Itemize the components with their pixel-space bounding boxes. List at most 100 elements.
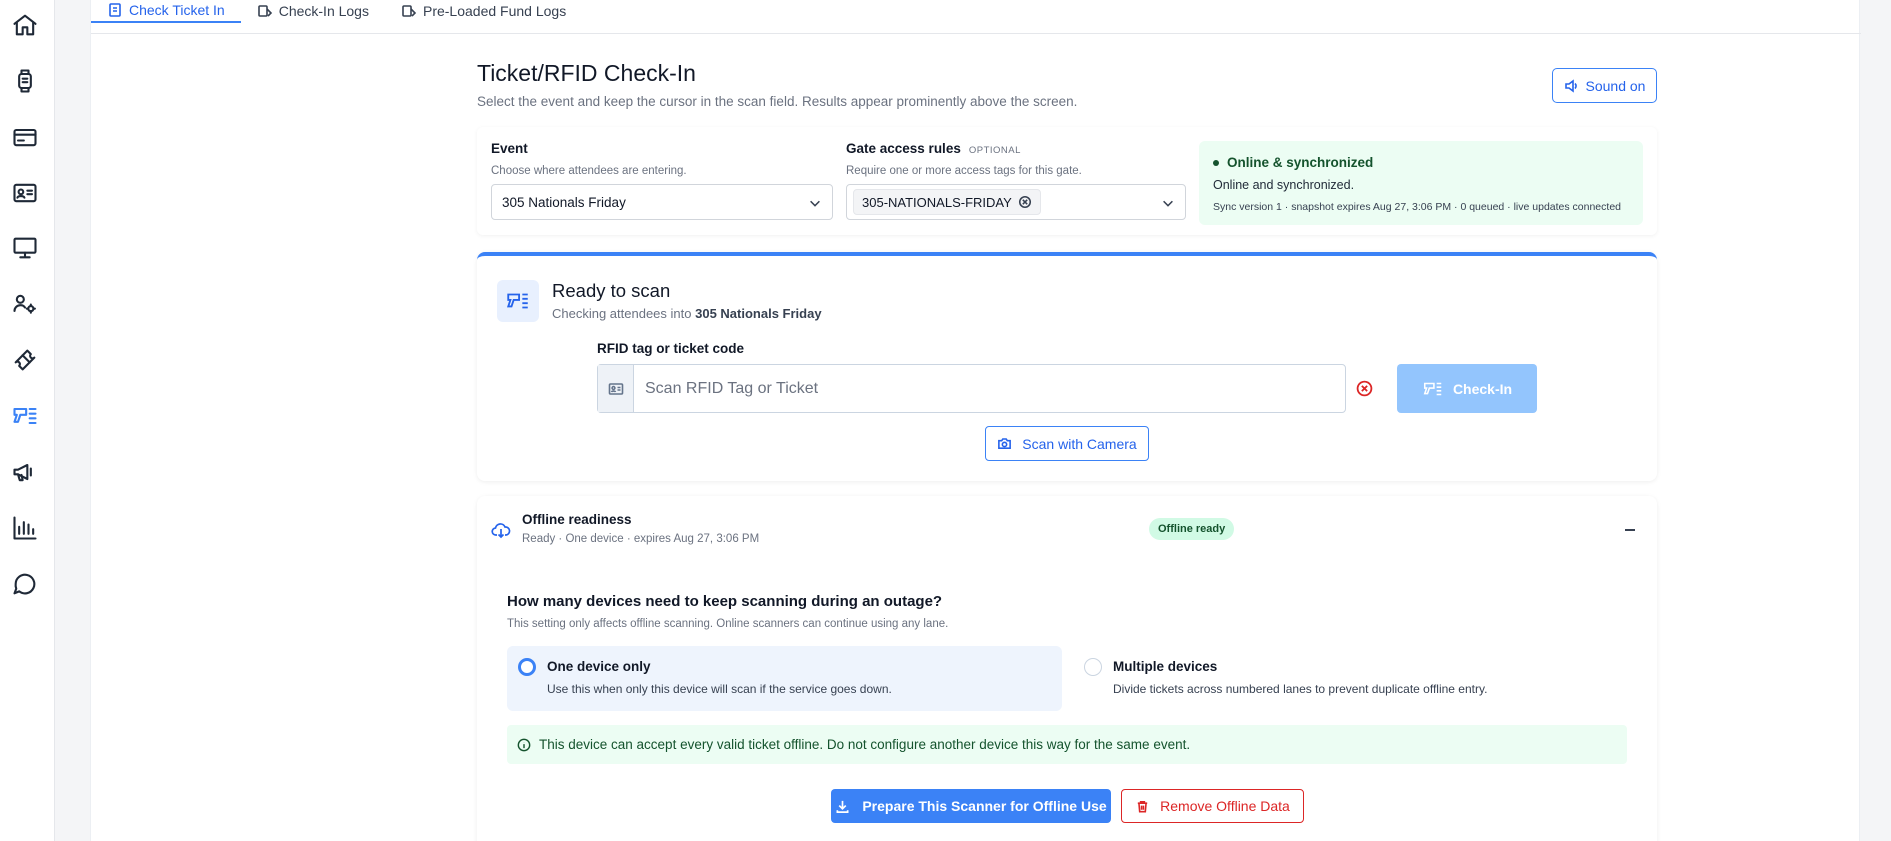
trash-icon — [1137, 800, 1148, 812]
sync-status-label: Online & synchronized — [1227, 155, 1374, 170]
event-select[interactable]: 305 Nationals Friday — [491, 184, 833, 220]
sidebar-item-marketing[interactable] — [9, 456, 41, 488]
chevron-down-icon — [810, 200, 820, 207]
prepare-offline-button[interactable]: Prepare This Scanner for Offline Use — [831, 789, 1111, 823]
sidebar-item-check-in[interactable] — [9, 400, 41, 432]
scanner-icon — [13, 407, 37, 425]
scan-card: Ready to scan Checking attendees into 30… — [477, 252, 1657, 481]
tab-bar: Check Ticket In Check-In Logs Pre-Loaded… — [91, 0, 1861, 34]
sidebar — [0, 0, 55, 841]
option-title: Multiple devices — [1113, 659, 1218, 674]
cloud-download-icon — [491, 523, 511, 539]
ticket-icon — [14, 349, 36, 371]
log-icon — [257, 5, 272, 17]
sync-status-details: Sync version 1 · snapshot expires Aug 27… — [1213, 201, 1621, 213]
rfid-input-group — [597, 364, 1346, 413]
sidebar-item-attendees[interactable] — [9, 177, 41, 209]
ticket-scan-icon — [109, 3, 121, 17]
remove-offline-data-button[interactable]: Remove Offline Data — [1121, 789, 1304, 823]
log-icon — [402, 5, 417, 17]
download-icon — [836, 800, 849, 813]
sidebar-item-home[interactable] — [9, 9, 41, 41]
option-multiple-devices[interactable]: Multiple devices Divide tickets across n… — [1073, 646, 1628, 711]
devices-question: How many devices need to keep scanning d… — [507, 593, 943, 610]
home-icon — [13, 14, 37, 36]
page-title: Ticket/RFID Check-In — [477, 60, 696, 86]
bar-chart-icon — [13, 516, 37, 540]
devices-question-help: This setting only affects offline scanni… — [507, 618, 949, 630]
camera-button-label: Scan with Camera — [1022, 435, 1137, 452]
sound-button-label: Sound on — [1585, 77, 1646, 94]
collapse-button[interactable] — [1623, 523, 1637, 535]
monitor-icon — [13, 237, 37, 259]
gate-select[interactable]: 305-NATIONALS-FRIDAY — [846, 184, 1186, 220]
optional-tag: OPTIONAL — [968, 145, 1021, 156]
scanner-icon — [506, 293, 528, 309]
users-gear-icon — [13, 294, 36, 314]
offline-info-alert: This device can accept every valid ticke… — [507, 725, 1627, 764]
gate-label: Gate access rules OPTIONAL — [846, 141, 1021, 156]
rfid-prefix — [598, 365, 634, 412]
sync-status-box: Online & synchronized Online and synchro… — [1199, 141, 1643, 225]
remove-chip-icon[interactable] — [1018, 195, 1032, 209]
tab-check-ticket-in[interactable]: Check Ticket In — [91, 0, 241, 23]
tab-pre-loaded-fund-logs[interactable]: Pre-Loaded Fund Logs — [385, 0, 582, 23]
sidebar-item-tickets[interactable] — [9, 344, 41, 376]
event-select-value: 305 Nationals Friday — [502, 194, 626, 210]
check-in-button[interactable]: Check-In — [1397, 364, 1537, 413]
sidebar-item-reports[interactable] — [9, 512, 41, 544]
camera-icon — [998, 438, 1012, 449]
clear-circle-icon — [1356, 380, 1372, 396]
speaker-icon — [1564, 78, 1577, 93]
status-dot-icon — [1213, 159, 1219, 166]
page-subtitle: Select the event and keep the cursor in … — [477, 94, 1078, 109]
scan-subtitle: Checking attendees into 305 Nationals Fr… — [552, 306, 822, 321]
sync-status-title: Online & synchronized — [1213, 155, 1373, 170]
sidebar-item-payments[interactable] — [9, 121, 41, 153]
megaphone-icon — [13, 463, 32, 482]
offline-subtitle: Ready · One device · expires Aug 27, 3:0… — [522, 533, 760, 545]
sidebar-item-staff[interactable] — [9, 288, 41, 320]
cloud-download-icon-wrap — [491, 520, 511, 540]
scanner-icon — [1423, 382, 1442, 395]
offline-readiness-card: Offline readiness Ready · One device · e… — [477, 496, 1657, 841]
scan-with-camera-button[interactable]: Scan with Camera — [985, 426, 1149, 461]
info-icon — [517, 738, 531, 751]
gate-help: Require one or more access tags for this… — [846, 165, 1082, 177]
chevron-down-icon — [1163, 200, 1173, 207]
remove-button-label: Remove Offline Data — [1160, 798, 1290, 814]
radio-selected[interactable] — [518, 658, 536, 676]
sidebar-item-wristbands[interactable] — [9, 65, 41, 97]
id-card-icon — [608, 382, 623, 395]
tab-label: Pre-Loaded Fund Logs — [422, 3, 567, 19]
option-description: Divide tickets across numbered lanes to … — [1113, 682, 1488, 696]
event-label: Event — [491, 141, 528, 156]
event-help: Choose where attendees are entering. — [491, 165, 687, 177]
sound-toggle-button[interactable]: Sound on — [1552, 68, 1657, 103]
scanner-icon-box — [497, 280, 539, 322]
radio-unselected[interactable] — [1084, 658, 1102, 676]
offline-info-text: This device can accept every valid ticke… — [539, 737, 1191, 752]
clear-input-button[interactable] — [1354, 378, 1374, 398]
scan-subtitle-prefix: Checking attendees into — [552, 306, 696, 321]
prepare-button-label: Prepare This Scanner for Offline Use — [862, 798, 1107, 814]
watch-icon — [18, 69, 32, 93]
offline-title: Offline readiness — [522, 512, 632, 527]
option-description: Use this when only this device will scan… — [547, 682, 892, 696]
main-panel: Check Ticket In Check-In Logs Pre-Loaded… — [90, 0, 1861, 841]
offline-status-badge: Offline ready — [1149, 518, 1235, 540]
gate-chip: 305-NATIONALS-FRIDAY — [853, 189, 1041, 215]
sync-status-line: Online and synchronized. — [1213, 178, 1355, 192]
credit-card-icon — [13, 128, 37, 147]
filter-card: Event Choose where attendees are enterin… — [477, 127, 1657, 235]
option-title: One device only — [547, 659, 651, 674]
rfid-field-label: RFID tag or ticket code — [597, 341, 745, 356]
rfid-input[interactable] — [634, 365, 1345, 412]
check-in-button-label: Check-In — [1452, 380, 1513, 397]
sidebar-item-pos[interactable] — [9, 232, 41, 264]
sidebar-item-messages[interactable] — [9, 568, 41, 600]
tab-check-in-logs[interactable]: Check-In Logs — [241, 0, 385, 23]
scan-title: Ready to scan — [552, 280, 671, 301]
option-one-device[interactable]: One device only Use this when only this … — [507, 646, 1062, 711]
chat-icon — [13, 573, 36, 595]
